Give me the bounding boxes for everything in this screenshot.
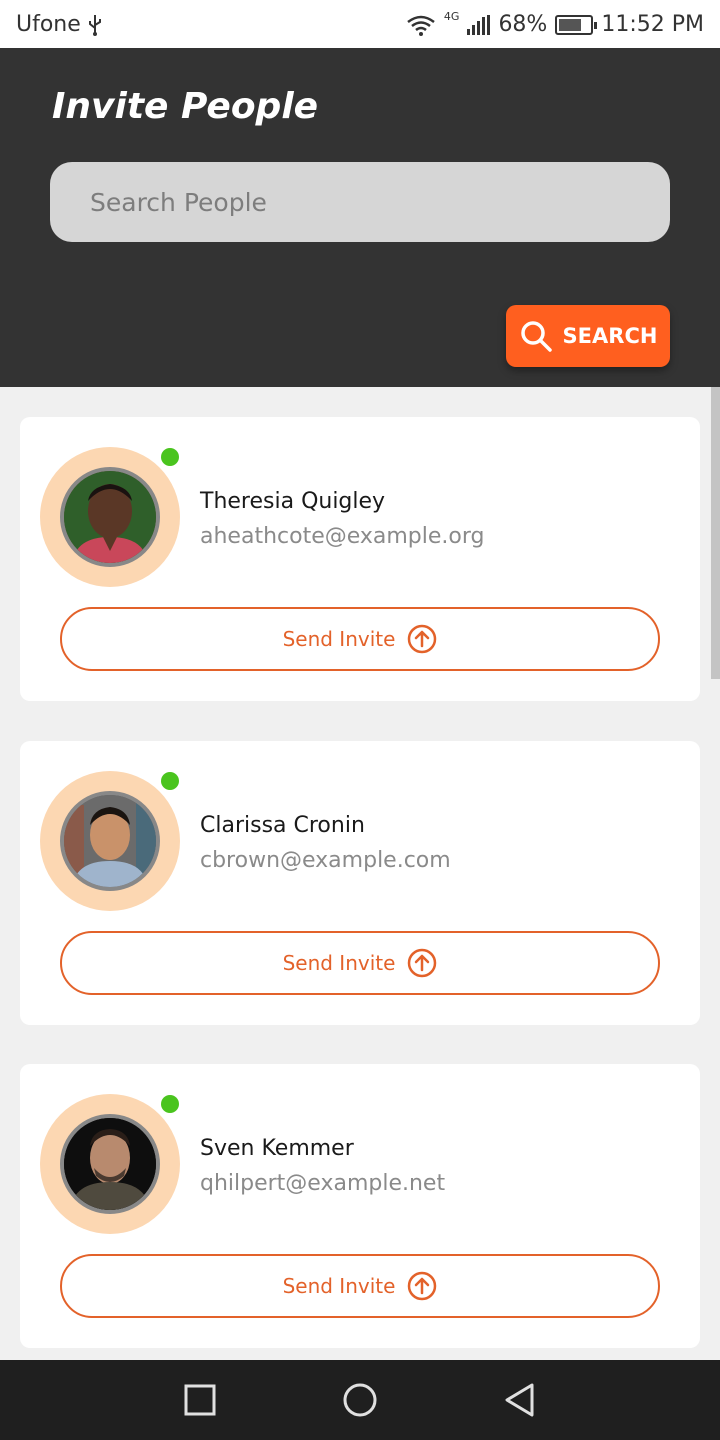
search-button[interactable]: SEARCH [506, 305, 670, 367]
arrow-up-circle-icon [408, 948, 437, 978]
navigation-bar [0, 1360, 720, 1440]
battery-percent: 68% [498, 12, 548, 37]
carrier-name: Ufone [16, 12, 81, 37]
page-title: Invite People [52, 86, 319, 127]
signal-icon [467, 14, 491, 35]
person-name: Sven Kemmer [200, 1136, 354, 1161]
person-card: Theresia Quigley aheathcote@example.org … [20, 417, 700, 701]
send-invite-label: Send Invite [282, 1274, 396, 1298]
header: Invite People SEARCH [0, 48, 720, 387]
wifi-icon [407, 15, 435, 36]
online-status-dot [161, 1095, 179, 1113]
clock: 11:52 PM [601, 12, 704, 37]
search-input[interactable] [50, 162, 670, 242]
network-type: 4G [443, 10, 460, 23]
search-icon [520, 321, 552, 352]
home-circle-icon[interactable] [342, 1382, 378, 1418]
arrow-up-circle-icon [408, 624, 437, 654]
battery-icon [555, 14, 598, 35]
recents-square-icon[interactable] [182, 1382, 218, 1418]
send-invite-label: Send Invite [282, 627, 396, 651]
avatar-ring [40, 1094, 180, 1234]
avatar [60, 1114, 160, 1214]
send-invite-button[interactable]: Send Invite [60, 607, 660, 671]
person-email: aheathcote@example.org [200, 524, 485, 549]
arrow-up-circle-icon [408, 1271, 437, 1301]
avatar-ring [40, 771, 180, 911]
send-invite-button[interactable]: Send Invite [60, 931, 660, 995]
status-icons: 4G 68% 11:52 PM [406, 10, 704, 37]
avatar-ring [40, 447, 180, 587]
status-bar: Ufone 4G 68% 11:52 PM [0, 0, 720, 48]
send-invite-label: Send Invite [282, 951, 396, 975]
online-status-dot [161, 772, 179, 790]
search-button-label: SEARCH [562, 324, 658, 348]
person-card: Clarissa Cronin cbrown@example.com Send … [20, 741, 700, 1025]
usb-icon [88, 14, 101, 36]
person-card: Sven Kemmer qhilpert@example.net Send In… [20, 1064, 700, 1348]
avatar [60, 791, 160, 891]
back-triangle-icon[interactable] [502, 1382, 538, 1418]
avatar [60, 467, 160, 567]
send-invite-button[interactable]: Send Invite [60, 1254, 660, 1318]
online-status-dot [161, 448, 179, 466]
person-name: Theresia Quigley [200, 489, 386, 514]
person-email: cbrown@example.com [200, 848, 451, 873]
person-email: qhilpert@example.net [200, 1171, 446, 1196]
scrollbar[interactable] [711, 387, 720, 679]
carrier: Ufone [16, 12, 103, 37]
person-name: Clarissa Cronin [200, 813, 365, 838]
